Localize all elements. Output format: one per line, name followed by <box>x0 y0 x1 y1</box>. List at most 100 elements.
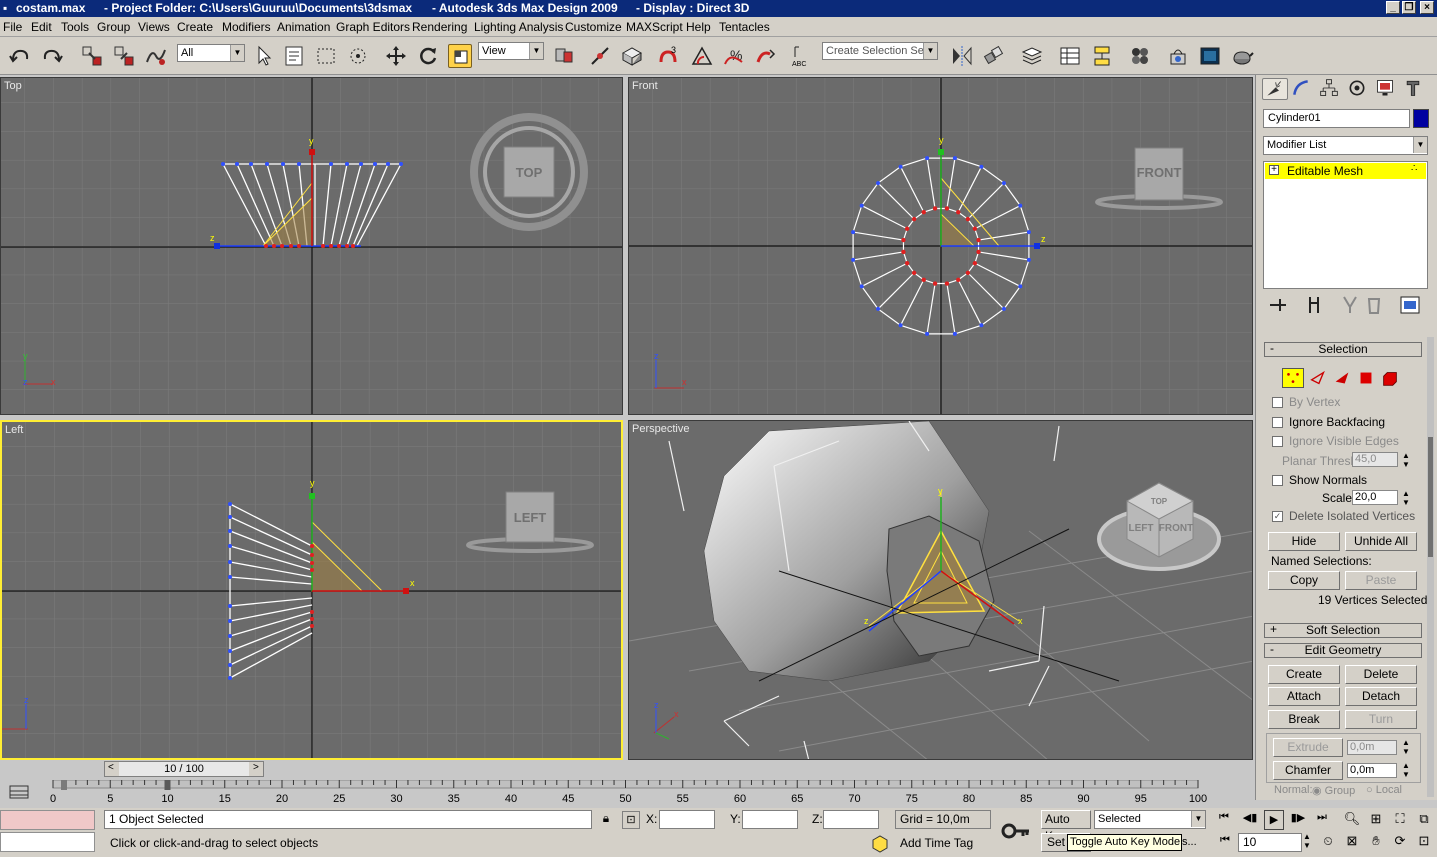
show-end-result-icon[interactable] <box>1302 293 1324 315</box>
keyboard-shortcut-override-icon[interactable] <box>620 44 644 68</box>
soft-selection-rollout[interactable]: + Soft Selection <box>1264 623 1422 638</box>
minimize-button[interactable]: _ <box>1386 1 1400 14</box>
menu-maxscript[interactable]: MAXScript <box>626 20 683 34</box>
show-normals-checkbox[interactable] <box>1272 475 1283 486</box>
ignore-backfacing-checkbox[interactable] <box>1272 417 1283 428</box>
render-setup-icon[interactable] <box>1166 44 1190 68</box>
zoom-extents-icon[interactable]: ⛶ <box>1390 811 1410 831</box>
play-icon[interactable]: ▶ <box>1264 810 1284 830</box>
viewport-label-front[interactable]: Front <box>632 80 658 92</box>
reference-coordinate-dropdown[interactable]: View ▼ <box>478 42 544 60</box>
element-mode-icon[interactable] <box>1380 368 1400 388</box>
track-bar[interactable]: 0 5 10 15 20 25 30 35 40 45 50 55 60 65 70 75 80 85 90 95 10… <box>38 778 1248 805</box>
planar-thresh-spinner-icon[interactable]: ▲ ▼ <box>1402 451 1410 469</box>
chamfer-button[interactable]: Chamfer <box>1273 761 1343 780</box>
viewport-perspective[interactable]: y z x TOP LEFT FRONT z x Perspective <box>628 420 1253 760</box>
previous-frame-icon[interactable]: ◀▮ <box>1240 811 1260 829</box>
z-coordinate-field[interactable] <box>823 810 879 829</box>
add-time-tag-field[interactable]: Add Time Tag <box>894 834 994 853</box>
selection-rollout[interactable]: - Selection <box>1264 342 1422 357</box>
close-button[interactable]: × <box>1420 1 1434 14</box>
time-slider-thumb[interactable]: 10 / 100 <box>119 762 249 776</box>
menu-graph-editors[interactable]: Graph Editors <box>336 20 410 34</box>
detach-button[interactable]: Detach <box>1345 687 1417 706</box>
menu-help[interactable]: Help <box>686 20 711 34</box>
viewport-label-perspective[interactable]: Perspective <box>632 423 689 435</box>
pan-view-icon[interactable]: ✋︎ <box>1366 833 1386 853</box>
object-name-field[interactable]: Cylinder01 <box>1263 109 1410 128</box>
current-frame-marker[interactable] <box>164 778 171 790</box>
extrude-amount-input[interactable]: 0,0m <box>1347 740 1397 755</box>
make-unique-icon[interactable] <box>1338 293 1360 315</box>
redo-icon[interactable] <box>40 44 64 68</box>
panel-scrollbar[interactable] <box>1427 337 1434 797</box>
y-coordinate-field[interactable] <box>742 810 798 829</box>
remove-modifier-icon[interactable] <box>1362 293 1384 315</box>
polygon-mode-icon[interactable] <box>1356 368 1376 388</box>
chamfer-spinner-icon[interactable]: ▲ ▼ <box>1402 761 1410 779</box>
menu-modifiers[interactable]: Modifiers <box>222 20 271 34</box>
edit-geometry-rollout[interactable]: - Edit Geometry <box>1264 643 1422 658</box>
rendered-frame-window-icon[interactable] <box>1198 44 1222 68</box>
scale-spinner-icon[interactable]: ▲ ▼ <box>1402 489 1410 507</box>
arc-rotate-icon[interactable]: ⟳ <box>1390 833 1410 853</box>
rectangular-selection-icon[interactable] <box>314 44 338 68</box>
ignore-visible-edges-checkbox[interactable] <box>1272 436 1283 447</box>
create-button[interactable]: Create <box>1268 665 1340 684</box>
restore-button[interactable]: ❐ <box>1402 1 1416 14</box>
by-vertex-checkbox[interactable] <box>1272 397 1283 408</box>
x-coordinate-field[interactable] <box>659 810 715 829</box>
snaps-toggle-icon[interactable]: 3 <box>656 44 680 68</box>
vertex-mode-icon[interactable] <box>1282 368 1304 388</box>
angle-snap-icon[interactable] <box>690 44 714 68</box>
pin-stack-icon[interactable] <box>1266 293 1288 315</box>
spinner-snap-icon[interactable] <box>754 44 778 68</box>
window-crossing-icon[interactable] <box>346 44 370 68</box>
turn-button[interactable]: Turn <box>1345 710 1417 729</box>
modifier-list-dropdown[interactable]: Modifier List ▼ <box>1263 136 1428 155</box>
zoom-icon[interactable]: 🔍︎ <box>1342 811 1362 831</box>
expand-icon[interactable]: + <box>1269 165 1279 175</box>
key-mode-toggle-icon[interactable]: ⏮ <box>1216 834 1234 852</box>
undo-icon[interactable] <box>8 44 32 68</box>
zoom-all-icon[interactable]: ⊞ <box>1366 811 1386 831</box>
time-configuration-icon[interactable]: ⏲ <box>1318 834 1338 852</box>
menu-group[interactable]: Group <box>97 20 130 34</box>
time-tag-icon[interactable] <box>870 834 890 854</box>
hide-button[interactable]: Hide <box>1268 532 1340 551</box>
edit-named-selection-icon[interactable]: ABC <box>790 44 814 68</box>
key-mode-dropdown[interactable]: Selected ▼ <box>1094 810 1206 829</box>
hierarchy-tab-icon[interactable] <box>1318 78 1344 100</box>
select-by-name-icon[interactable] <box>282 44 306 68</box>
render-production-icon[interactable] <box>1230 44 1254 68</box>
viewport-label-left[interactable]: Left <box>5 424 23 436</box>
lock-selection-icon[interactable]: 🔒︎ <box>598 811 614 829</box>
set-key-icon[interactable] <box>997 811 1037 851</box>
trackbar-toggle-icon[interactable] <box>8 782 30 802</box>
menu-edit[interactable]: Edit <box>31 20 52 34</box>
delete-isolated-checkbox[interactable]: ✓ <box>1272 511 1283 522</box>
current-frame-field[interactable]: 10 <box>1238 833 1302 852</box>
scale-input[interactable]: 20,0 <box>1352 490 1398 505</box>
create-tab-icon[interactable] <box>1262 78 1288 100</box>
absolute-mode-icon[interactable]: ⊡ <box>622 811 640 829</box>
menu-file[interactable]: File <box>3 20 22 34</box>
next-frame-icon[interactable]: ▮▶ <box>1288 811 1308 829</box>
stack-item-editable-mesh[interactable]: + Editable Mesh ∴ <box>1265 163 1426 179</box>
key-marker[interactable] <box>61 778 67 790</box>
menu-views[interactable]: Views <box>138 20 170 34</box>
select-and-scale-icon[interactable] <box>448 44 472 68</box>
maximize-viewport-icon[interactable]: ⊡ <box>1414 833 1434 853</box>
layer-manager-icon[interactable] <box>1020 44 1044 68</box>
utilities-tab-icon[interactable] <box>1402 78 1428 100</box>
viewport-front[interactable]: y z FRONT x z Front <box>628 77 1253 415</box>
selection-filter-dropdown[interactable]: All ▼ <box>177 44 245 62</box>
select-and-link-icon[interactable] <box>80 44 104 68</box>
modify-tab-icon[interactable] <box>1290 78 1316 100</box>
extrude-spinner-icon[interactable]: ▲ ▼ <box>1402 738 1410 756</box>
viewport-label-top[interactable]: Top <box>4 80 22 92</box>
paste-button[interactable]: Paste <box>1345 571 1417 590</box>
auto-key-button[interactable]: Auto Key <box>1041 810 1091 843</box>
menu-tools[interactable]: Tools <box>61 20 89 34</box>
time-slider-prev-icon[interactable]: < <box>108 762 114 773</box>
